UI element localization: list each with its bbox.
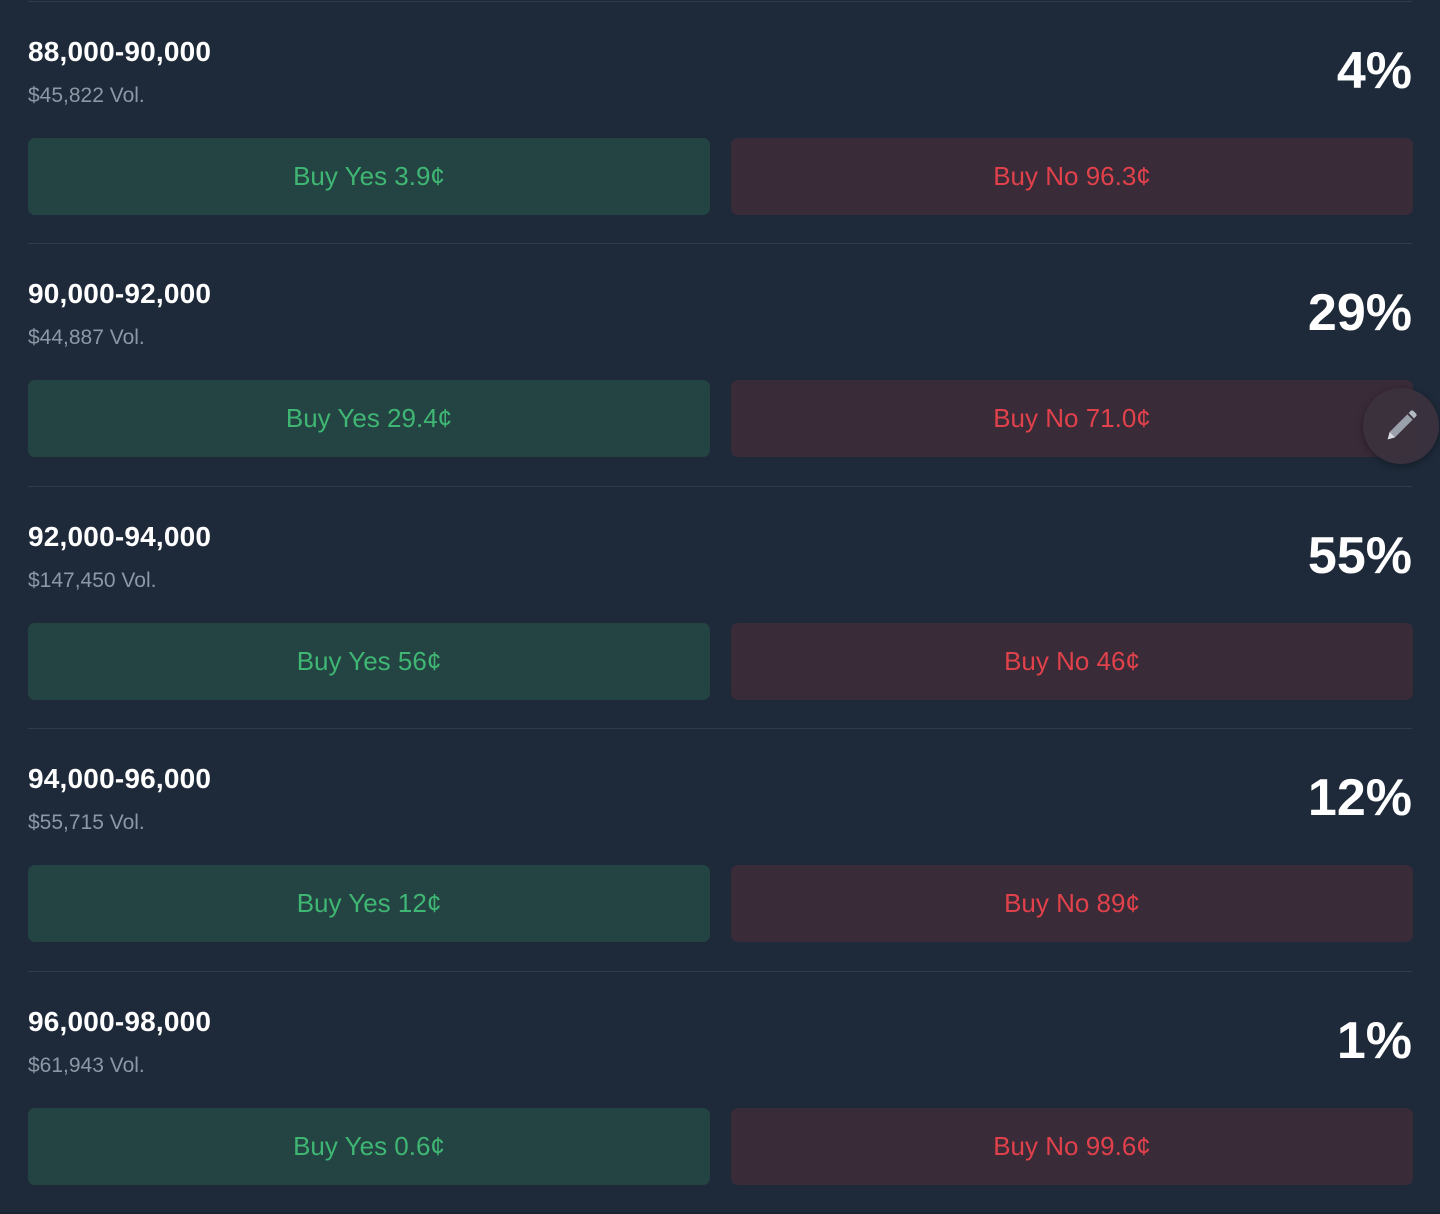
market-volume: $147,450 Vol. (28, 569, 157, 592)
market-row: 96,000-98,000 $61,943 Vol. 1% Buy Yes 0.… (28, 971, 1413, 1214)
market-row: 88,000-90,000 $45,822 Vol. 4% Buy Yes 3.… (28, 1, 1413, 244)
market-row: 94,000-96,000 $55,715 Vol. 12% Buy Yes 1… (28, 728, 1413, 971)
market-probability: 4% (1336, 42, 1412, 100)
market-probability: 1% (1336, 1012, 1412, 1070)
market-row: 92,000-94,000 $147,450 Vol. 55% Buy Yes … (28, 486, 1413, 729)
pencil-icon (1387, 410, 1417, 440)
buy-yes-button[interactable]: Buy Yes 56¢ (28, 623, 710, 700)
market-range: 94,000-96,000 (28, 763, 212, 794)
buy-yes-button[interactable]: Buy Yes 3.9¢ (28, 138, 710, 215)
market-row: 90,000-92,000 $44,887 Vol. 29% Buy Yes 2… (28, 243, 1413, 486)
market-probability: 29% (1307, 284, 1412, 342)
buy-no-button[interactable]: Buy No 99.6¢ (731, 1108, 1413, 1185)
row-divider (28, 728, 1412, 729)
market-volume: $55,715 Vol. (28, 811, 145, 834)
row-divider (28, 243, 1412, 244)
buy-yes-button[interactable]: Buy Yes 12¢ (28, 865, 710, 942)
row-divider (28, 971, 1412, 972)
market-probability: 55% (1307, 527, 1412, 585)
buy-no-button[interactable]: Buy No 71.0¢ (731, 380, 1413, 457)
market-range: 88,000-90,000 (28, 36, 212, 67)
market-volume: $61,943 Vol. (28, 1054, 145, 1077)
buy-no-button[interactable]: Buy No 96.3¢ (731, 138, 1413, 215)
buy-yes-button[interactable]: Buy Yes 29.4¢ (28, 380, 710, 457)
buy-no-button[interactable]: Buy No 46¢ (731, 623, 1413, 700)
market-volume: $44,887 Vol. (28, 326, 145, 349)
market-list: 88,000-90,000 $45,822 Vol. 4% Buy Yes 3.… (0, 0, 1440, 1214)
row-divider (28, 1, 1412, 2)
edit-floating-button[interactable] (1363, 388, 1439, 464)
market-range: 90,000-92,000 (28, 278, 212, 309)
market-volume: $45,822 Vol. (28, 84, 145, 107)
buy-no-button[interactable]: Buy No 89¢ (731, 865, 1413, 942)
market-range: 92,000-94,000 (28, 521, 212, 552)
market-probability: 12% (1307, 769, 1412, 827)
row-divider (28, 486, 1412, 487)
buy-yes-button[interactable]: Buy Yes 0.6¢ (28, 1108, 710, 1185)
market-range: 96,000-98,000 (28, 1006, 212, 1037)
